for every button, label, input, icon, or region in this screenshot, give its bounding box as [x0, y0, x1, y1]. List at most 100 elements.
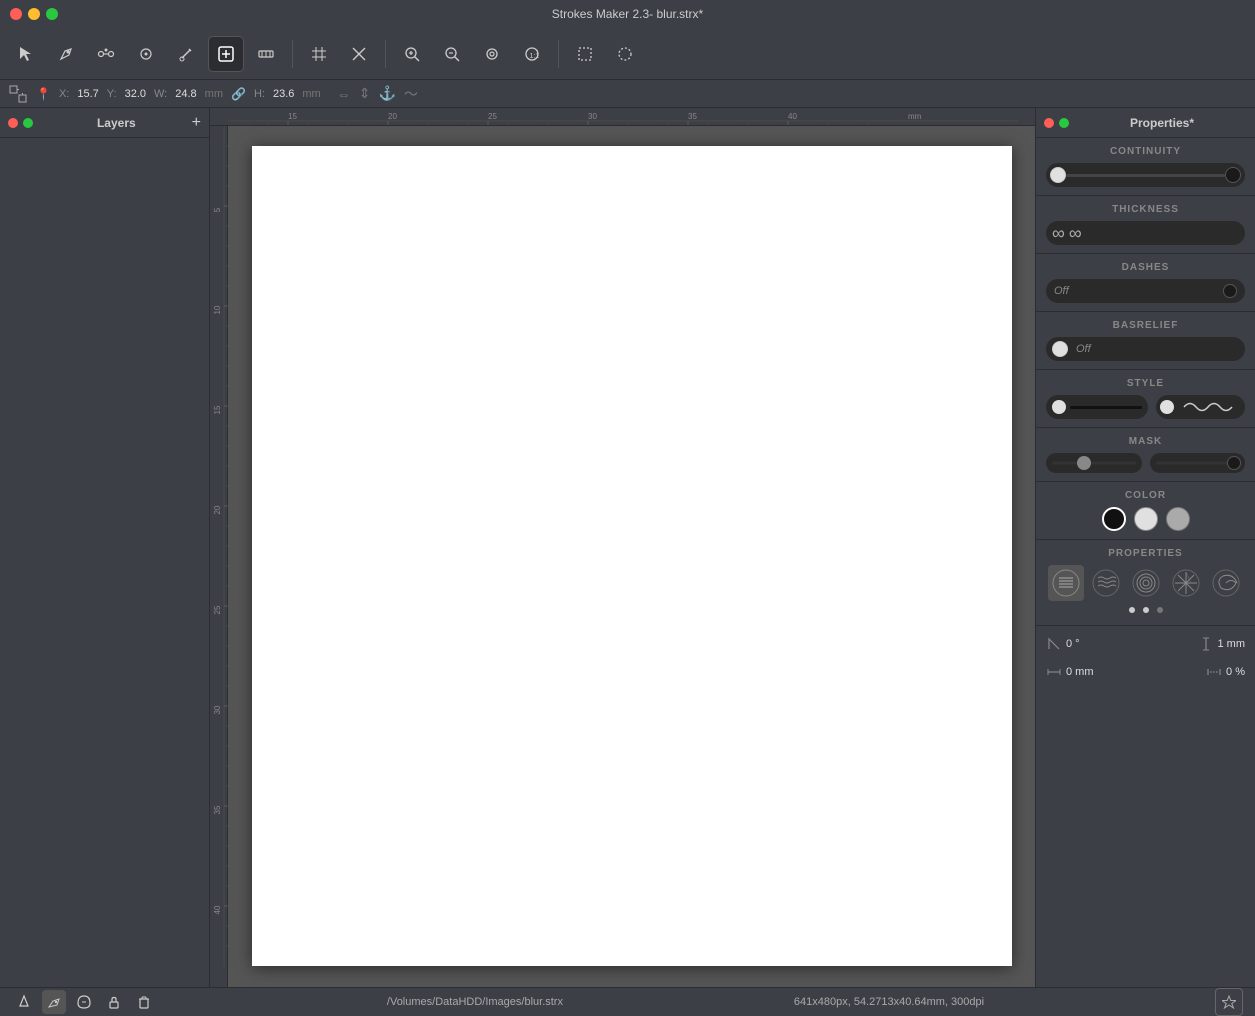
layers-close-button[interactable]	[8, 118, 18, 128]
dot-3	[1157, 607, 1163, 613]
props-traffic-lights	[1044, 118, 1069, 128]
properties-panel: Properties* CONTINUITY THICKNESS ∞ ∞ DAS…	[1035, 108, 1255, 987]
spiral-btn[interactable]	[1128, 565, 1164, 601]
dashes-display[interactable]: Off	[1046, 279, 1245, 303]
style-wave-thumb[interactable]	[1160, 400, 1174, 414]
coordinates-bar: 📍 X: 15.7 Y: 32.0 W: 24.8 mm 🔗 H: 23.6 m…	[0, 80, 1255, 108]
lock-bottom-button[interactable]	[102, 990, 126, 1014]
zoom-fit-button[interactable]	[474, 36, 510, 72]
offset-item: 0 mm	[1046, 664, 1094, 680]
lock-icon[interactable]: 🔗	[231, 87, 246, 101]
brush-bottom-button[interactable]	[12, 990, 36, 1014]
thickness-display[interactable]: ∞ ∞	[1046, 221, 1245, 245]
properties-icons-row	[1046, 565, 1245, 601]
mask-bottom-button[interactable]	[72, 990, 96, 1014]
rect-select-button[interactable]	[567, 36, 603, 72]
ellipse-select-button[interactable]	[607, 36, 643, 72]
maximize-button[interactable]	[46, 8, 58, 20]
basrelief-thumb[interactable]	[1052, 341, 1068, 357]
y-value: 32.0	[125, 88, 146, 100]
mask-row	[1046, 453, 1245, 473]
props-expand-button[interactable]	[1059, 118, 1069, 128]
svg-text:20: 20	[388, 112, 397, 121]
color-white[interactable]	[1134, 507, 1158, 531]
hatching-icon-btn[interactable]	[1048, 565, 1084, 601]
canvas-page	[252, 146, 1012, 966]
zoom-in-button[interactable]	[394, 36, 430, 72]
flip-h-icon[interactable]: ⇔	[337, 86, 351, 102]
h-value: 23.6	[273, 88, 294, 100]
star-button[interactable]	[1215, 988, 1243, 1016]
style-wave-preview	[1174, 398, 1246, 416]
continuity-thumb-right[interactable]	[1225, 167, 1241, 183]
brush-tool[interactable]	[168, 36, 204, 72]
continuity-section: CONTINUITY	[1036, 138, 1255, 196]
basrelief-display[interactable]: Off	[1046, 337, 1245, 361]
mask-left-thumb[interactable]	[1077, 456, 1091, 470]
x-label: X:	[59, 88, 69, 100]
dashes-label: DASHES	[1046, 262, 1245, 273]
style-line-thumb[interactable]	[1052, 400, 1066, 414]
add-tool[interactable]	[208, 36, 244, 72]
dot-1	[1129, 607, 1135, 613]
continuity-thumb-left[interactable]	[1050, 167, 1066, 183]
pen-tool[interactable]	[48, 36, 84, 72]
style-right-control[interactable]	[1156, 395, 1246, 419]
infinity-icon-1: ∞	[1052, 223, 1065, 244]
zoom-actual-button[interactable]: 1:1	[514, 36, 550, 72]
w-label: W:	[154, 88, 167, 100]
infinity-icon-2: ∞	[1069, 223, 1082, 244]
continuity-slider[interactable]	[1046, 163, 1245, 187]
bottom-tools	[12, 990, 156, 1014]
pin-icon: 📍	[36, 87, 51, 101]
mask-right-slider[interactable]	[1150, 453, 1246, 473]
measure-tool[interactable]	[248, 36, 284, 72]
svg-text:15: 15	[288, 112, 297, 121]
pen-bottom-button[interactable]	[42, 990, 66, 1014]
bottom-bar: /Volumes/DataHDD/Images/blur.strx 641x48…	[0, 987, 1255, 1015]
toolbar: 1:1	[0, 28, 1255, 80]
spacing-value: 0 %	[1226, 666, 1245, 678]
canvas-viewport[interactable]	[228, 126, 1035, 987]
diagonal-tool[interactable]	[341, 36, 377, 72]
grid-tool[interactable]	[301, 36, 337, 72]
arrow-tool[interactable]	[8, 36, 44, 72]
minimize-button[interactable]	[28, 8, 40, 20]
layers-expand-button[interactable]	[23, 118, 33, 128]
props-close-button[interactable]	[1044, 118, 1054, 128]
zoom-out-button[interactable]	[434, 36, 470, 72]
continuity-label: CONTINUITY	[1046, 146, 1245, 157]
eraser-tool[interactable]	[128, 36, 164, 72]
properties-dots	[1046, 607, 1245, 613]
properties-title: Properties*	[1077, 116, 1247, 130]
properties-bottom: 0 ° 1 mm	[1036, 626, 1255, 690]
transform-icon	[8, 84, 28, 104]
wavy-hatching-btn[interactable]	[1088, 565, 1124, 601]
flip-v-icon[interactable]: ⇕	[359, 85, 371, 102]
color-label: COLOR	[1046, 490, 1245, 501]
mask-bottom-icon	[76, 994, 92, 1010]
mask-left-slider[interactable]	[1046, 453, 1142, 473]
trash-bottom-button[interactable]	[132, 990, 156, 1014]
layers-add-button[interactable]: +	[192, 114, 201, 132]
canvas-area: 15 20 25 30 35 40 mm	[210, 108, 1035, 987]
ruler-top-svg: 15 20 25 30 35 40 mm	[228, 108, 1018, 125]
anchor-icon[interactable]: ⚓	[378, 85, 395, 102]
close-button[interactable]	[10, 8, 22, 20]
traffic-lights	[10, 8, 58, 20]
main-layout: Layers + 15 20 25 30 35 40	[0, 108, 1255, 987]
spacing-item: 0 %	[1206, 664, 1245, 680]
dashes-value: Off	[1054, 285, 1069, 297]
layers-content	[0, 138, 209, 987]
dashes-toggle[interactable]	[1223, 284, 1237, 298]
concentric-spiral-btn[interactable]	[1208, 565, 1244, 601]
style-left-control[interactable]	[1046, 395, 1148, 419]
concentric-spiral-icon	[1211, 568, 1241, 598]
burst-btn[interactable]	[1168, 565, 1204, 601]
node-icon[interactable]: 〜	[404, 84, 418, 104]
color-gray[interactable]	[1166, 507, 1190, 531]
svg-text:25: 25	[213, 605, 222, 614]
mask-right-thumb[interactable]	[1227, 456, 1241, 470]
color-black[interactable]	[1102, 507, 1126, 531]
node-tool[interactable]	[88, 36, 124, 72]
